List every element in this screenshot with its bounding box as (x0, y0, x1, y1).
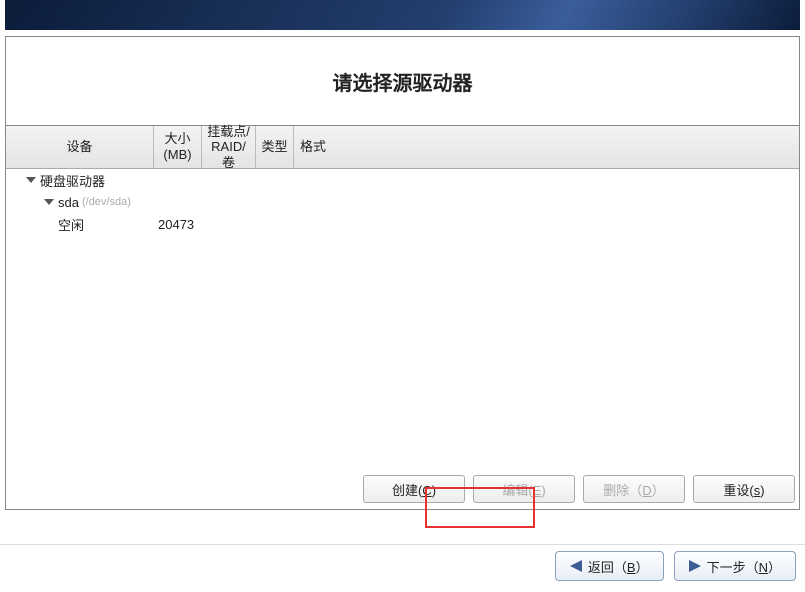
tree-row-root[interactable]: 硬盘驱动器 (6, 169, 799, 191)
page-title: 请选择源驱动器 (333, 67, 473, 96)
disk-name: sda (58, 195, 79, 210)
main-panel: 请选择源驱动器 设备 大小 (MB) 挂载点/ RAID/卷 类型 格式 硬盘驱… (5, 36, 800, 510)
arrow-right-icon (689, 560, 701, 572)
edit-label: 编辑(E) (502, 480, 545, 499)
table-body: 硬盘驱动器 sda (/dev/sda) 空闲 20473 (6, 169, 799, 469)
col-mount[interactable]: 挂载点/ RAID/卷 (202, 126, 256, 168)
free-label: 空闲 (58, 215, 84, 234)
header-banner (5, 0, 800, 30)
delete-button: 删除（D） (583, 475, 685, 503)
arrow-left-icon (570, 560, 582, 572)
free-size: 20473 (158, 217, 206, 232)
back-button[interactable]: 返回（B） (555, 551, 664, 581)
edit-button: 编辑(E) (473, 475, 575, 503)
expand-icon[interactable] (44, 199, 54, 205)
tree-row-free[interactable]: 空闲 20473 (6, 213, 799, 235)
disk-path: (/dev/sda) (82, 196, 131, 208)
create-button[interactable]: 创建(C) (363, 475, 465, 503)
expand-icon[interactable] (26, 177, 36, 183)
next-button[interactable]: 下一步（N） (674, 551, 796, 581)
action-bar: 创建(C) 编辑(E) 删除（D） 重设(s) (6, 469, 799, 509)
col-device[interactable]: 设备 (6, 126, 154, 168)
col-format[interactable]: 格式 (294, 126, 332, 168)
back-label: 返回（B） (588, 557, 649, 576)
title-area: 请选择源驱动器 (6, 37, 799, 125)
tree-row-disk[interactable]: sda (/dev/sda) (6, 191, 799, 213)
reset-label: 重设(s) (723, 480, 764, 499)
create-label: 创建(C) (392, 480, 436, 499)
col-size[interactable]: 大小 (MB) (154, 126, 202, 168)
partition-table: 设备 大小 (MB) 挂载点/ RAID/卷 类型 格式 硬盘驱动器 sda (… (6, 125, 799, 469)
delete-label: 删除（D） (603, 480, 664, 499)
root-label: 硬盘驱动器 (40, 171, 105, 190)
col-type[interactable]: 类型 (256, 126, 294, 168)
table-header-row: 设备 大小 (MB) 挂载点/ RAID/卷 类型 格式 (6, 126, 799, 169)
nav-bar: 返回（B） 下一步（N） (0, 544, 805, 587)
reset-button[interactable]: 重设(s) (693, 475, 795, 503)
next-label: 下一步（N） (707, 557, 781, 576)
